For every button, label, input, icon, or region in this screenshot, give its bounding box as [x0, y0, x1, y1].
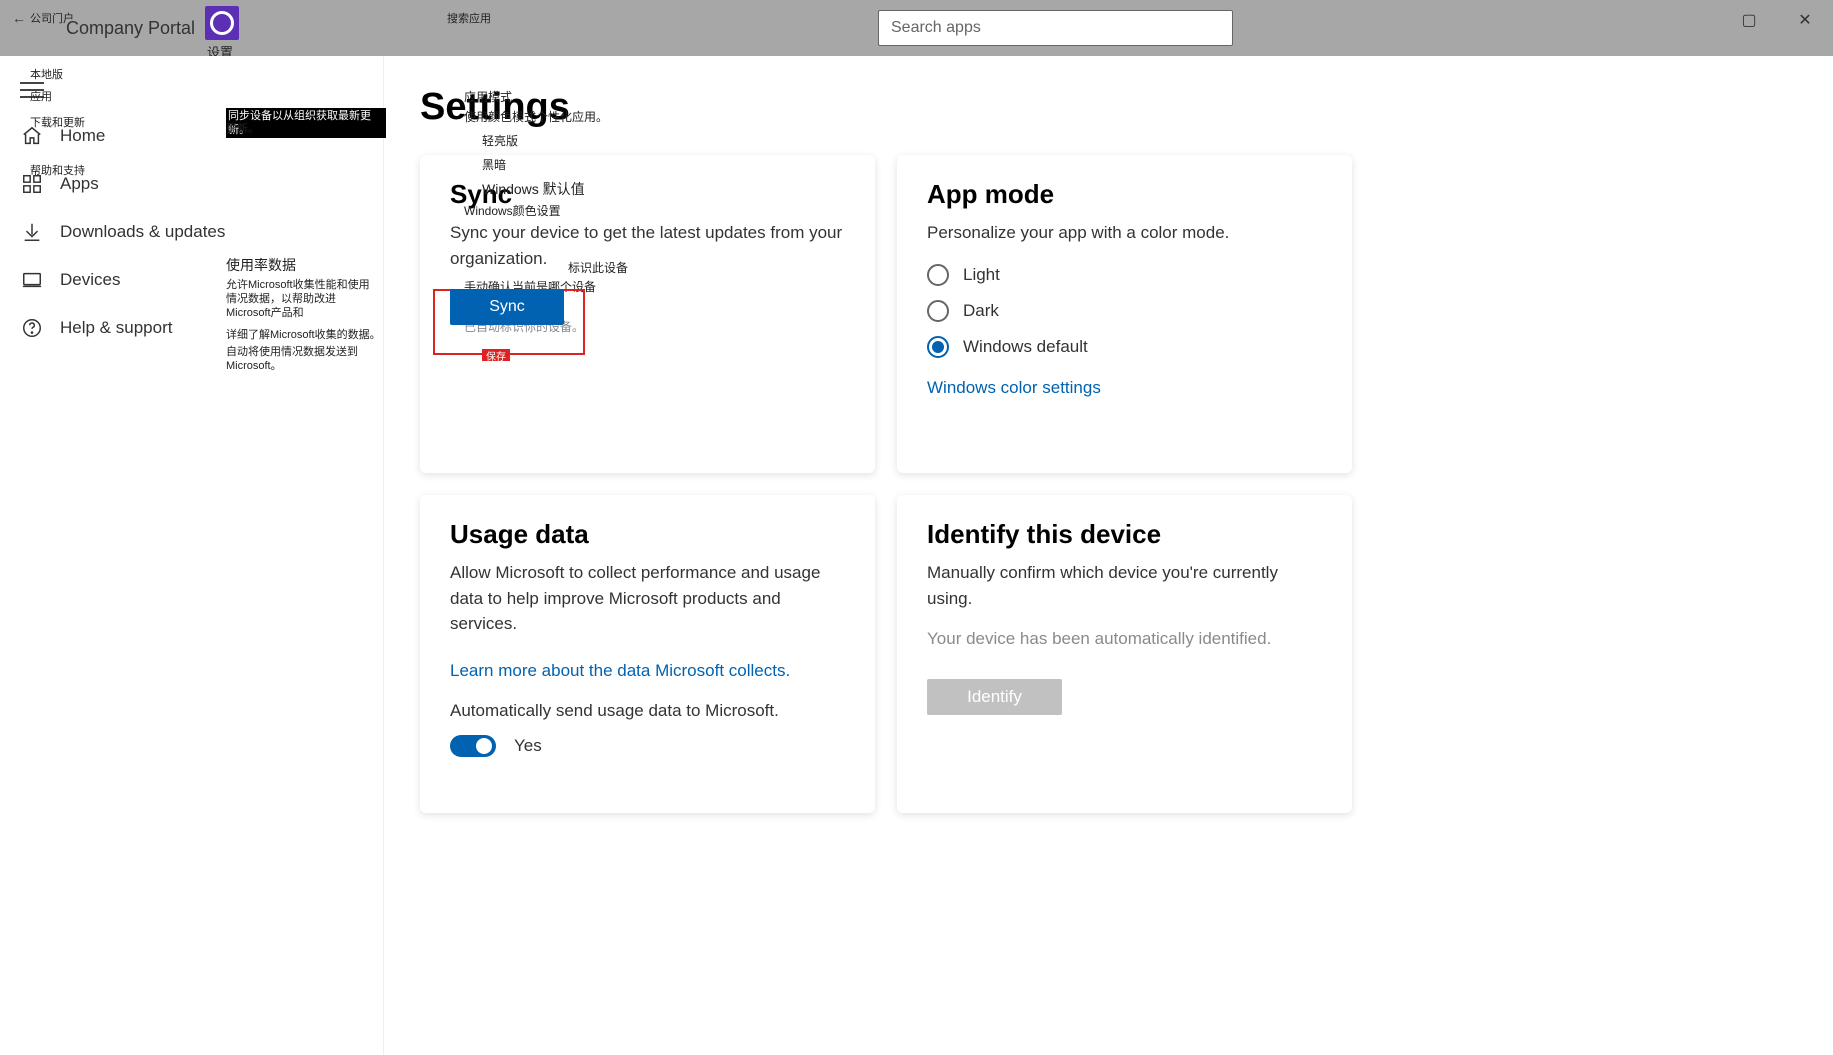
- usage-title: Usage data: [450, 519, 845, 550]
- nav-help-label: Help & support: [60, 318, 172, 338]
- overlay-cn-usage-auto: 自动将使用情况数据发送到Microsoft。: [226, 345, 383, 373]
- overlay-cn-apps: 应用: [30, 88, 52, 104]
- radio-dark-icon: [927, 300, 949, 322]
- app-title: Company Portal: [66, 18, 195, 39]
- nav-apps-label: Apps: [60, 174, 99, 194]
- nav-apps[interactable]: Apps: [0, 160, 383, 208]
- overlay-cn-appmode-desc: 使用颜色模式个性化应用。: [464, 110, 608, 124]
- nav-downloads[interactable]: Downloads & updates: [0, 208, 383, 256]
- app-logo: [205, 6, 239, 40]
- overlay-cn-winclr: Windows颜色设置: [464, 204, 561, 218]
- usage-auto-send-text: Automatically send usage data to Microso…: [450, 701, 845, 721]
- card-identify-device: Identify this device Manually confirm wh…: [897, 495, 1352, 813]
- card-usage-data: Usage data Allow Microsoft to collect pe…: [420, 495, 875, 813]
- page-title: Settings: [420, 86, 1797, 129]
- overlay-cn-identify: 标识此设备: [568, 261, 628, 275]
- nav-devices-label: Devices: [60, 270, 120, 290]
- cards-grid: Sync Sync your device to get the latest …: [420, 155, 1797, 813]
- card-app-mode: App mode Personalize your app with a col…: [897, 155, 1352, 473]
- radio-light-icon: [927, 264, 949, 286]
- radio-windef-label: Windows default: [963, 337, 1088, 357]
- overlay-cn-wdefault: Windows 默认值: [482, 182, 585, 196]
- window-controls: ▢ ✕: [1721, 0, 1833, 40]
- download-icon: [20, 221, 44, 243]
- identify-description: Manually confirm which device you're cur…: [927, 560, 1322, 611]
- radio-windows-default[interactable]: Windows default: [927, 336, 1322, 358]
- main-content: Settings 应用模式 使用颜色模式个性化应用。 轻亮版 黑暗 Window…: [384, 56, 1833, 1055]
- sidebar: 本地版 应用 下载和更新 Home 帮助和支持 Apps Downloads &…: [0, 56, 384, 1055]
- usage-toggle-label: Yes: [514, 736, 542, 756]
- usage-toggle[interactable]: [450, 735, 496, 757]
- radio-light[interactable]: Light: [927, 264, 1322, 286]
- toggle-knob-icon: [476, 738, 492, 754]
- overlay-cn-light: 轻亮版: [482, 134, 518, 148]
- logo-circle-icon: [210, 11, 234, 35]
- nav-home-label: Home: [60, 126, 105, 146]
- overlay-cn-usage-learn: 详细了解Microsoft收集的数据。: [226, 328, 381, 342]
- radio-dark-label: Dark: [963, 301, 999, 321]
- overlay-cn-dark: 黑暗: [482, 158, 506, 172]
- identify-title: Identify this device: [927, 519, 1322, 550]
- overlay-cn-usage-heading: 使用率数据: [226, 258, 296, 272]
- radio-dark[interactable]: Dark: [927, 300, 1322, 322]
- home-icon: [20, 125, 44, 147]
- usage-description: Allow Microsoft to collect performance a…: [450, 560, 845, 637]
- radio-windef-icon: [927, 336, 949, 358]
- sync-button-area: Sync 保存: [450, 289, 845, 369]
- appmode-description: Personalize your app with a color mode.: [927, 220, 1322, 246]
- devices-icon: [20, 269, 44, 291]
- overlay-cn-usage-desc: 允许Microsoft收集性能和使用情况数据，以帮助改进Microsoft产品和: [226, 278, 376, 320]
- overlay-cn-sync-line2: 更新。: [226, 122, 259, 136]
- windows-color-settings-link[interactable]: Windows color settings: [927, 378, 1101, 398]
- nav-downloads-label: Downloads & updates: [60, 222, 225, 242]
- card-sync: Sync Sync your device to get the latest …: [420, 155, 875, 473]
- sync-button[interactable]: Sync: [450, 289, 564, 325]
- identify-button-label: Identify: [967, 687, 1022, 706]
- overlay-cn-appmode: 应用模式: [464, 90, 512, 104]
- sync-button-label: Sync: [489, 298, 525, 316]
- overlay-cn-save: 保存: [482, 349, 510, 361]
- usage-learn-more-link[interactable]: Learn more about the data Microsoft coll…: [450, 661, 790, 681]
- usage-toggle-row: Yes: [450, 735, 845, 757]
- help-icon: [20, 317, 44, 339]
- search-input[interactable]: Search apps: [878, 10, 1233, 46]
- radio-light-label: Light: [963, 265, 1000, 285]
- close-button[interactable]: ✕: [1777, 0, 1833, 40]
- maximize-button[interactable]: ▢: [1721, 0, 1777, 40]
- apps-icon: [20, 173, 44, 195]
- search-placeholder: Search apps: [891, 19, 981, 37]
- titlebar: ← 公司门户 Company Portal 设置 搜索应用 Search app…: [0, 0, 1833, 56]
- identify-status: Your device has been automatically ident…: [927, 629, 1322, 649]
- sync-description: Sync your device to get the latest updat…: [450, 220, 845, 271]
- appmode-title: App mode: [927, 179, 1322, 210]
- back-arrow-icon[interactable]: ←: [12, 10, 26, 26]
- identify-button[interactable]: Identify: [927, 679, 1062, 715]
- overlay-cn-search: 搜索应用: [447, 10, 491, 26]
